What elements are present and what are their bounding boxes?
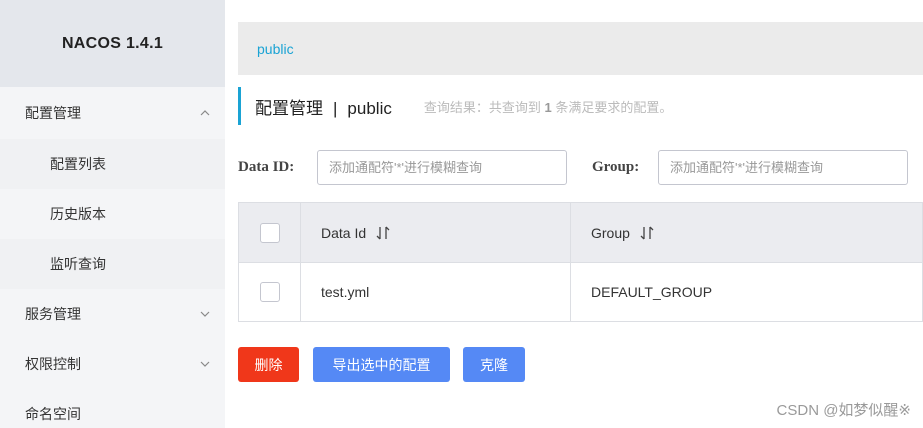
- chevron-down-icon: [197, 306, 213, 322]
- page-title-namespace: public: [347, 98, 392, 118]
- sidebar-item-service-management[interactable]: 服务管理: [0, 289, 225, 339]
- clone-button[interactable]: 克隆: [463, 347, 525, 382]
- watermark: CSDN @如梦似醒※: [776, 402, 911, 419]
- sort-icon[interactable]: [376, 225, 390, 241]
- query-result-prefix: 查询结果：共查询到: [423, 99, 541, 115]
- page-title-text: 配置管理: [255, 98, 323, 118]
- title-separator: |: [333, 98, 338, 118]
- config-table: Data Id Group test.yml DEFAULT_GROUP: [238, 202, 923, 322]
- data-id-label: Data ID:: [238, 159, 295, 175]
- sidebar-item-label: 历史版本: [50, 206, 106, 222]
- column-header-data-id[interactable]: Data Id: [301, 203, 571, 262]
- group-input[interactable]: [658, 150, 908, 185]
- query-result-summary: 查询结果：共查询到 1 条满足要求的配置。: [424, 97, 673, 116]
- app-logo-title: NACOS 1.4.1: [0, 0, 225, 87]
- table-header: Data Id Group: [239, 203, 922, 263]
- sidebar-item-label: 监听查询: [50, 256, 106, 272]
- page-title: 配置管理 | public: [255, 94, 392, 119]
- sort-icon[interactable]: [640, 225, 654, 241]
- chevron-up-icon: [197, 105, 213, 121]
- sidebar-item-config-list[interactable]: 配置列表: [0, 139, 225, 189]
- namespace-link[interactable]: public: [257, 41, 294, 57]
- sidebar: NACOS 1.4.1 配置管理 配置列表 历史版本 监听查询 服务管理 权限控…: [0, 0, 225, 428]
- chevron-down-icon: [197, 356, 213, 372]
- group-label: Group:: [592, 159, 640, 175]
- namespace-bar: public: [238, 22, 923, 75]
- delete-button[interactable]: 删除: [238, 347, 299, 382]
- page-header: 配置管理 | public 查询结果：共查询到 1 条满足要求的配置。: [238, 87, 672, 125]
- cell-group: DEFAULT_GROUP: [591, 284, 713, 300]
- table-row: test.yml DEFAULT_GROUP: [239, 263, 922, 321]
- select-all-checkbox[interactable]: [259, 222, 280, 243]
- sidebar-item-listener-query[interactable]: 监听查询: [0, 239, 225, 289]
- sidebar-item-namespace[interactable]: 命名空间: [0, 389, 225, 428]
- row-check-cell: [239, 263, 301, 321]
- column-header-group[interactable]: Group: [571, 203, 922, 262]
- sidebar-item-label: 服务管理: [25, 306, 81, 322]
- row-checkbox[interactable]: [259, 282, 280, 302]
- export-selected-button[interactable]: 导出选中的配置: [313, 347, 450, 382]
- sidebar-item-access-control[interactable]: 权限控制: [0, 339, 225, 389]
- header-check-cell: [239, 203, 301, 262]
- column-header-label: Group: [591, 224, 630, 241]
- sidebar-item-label: 配置管理: [25, 105, 81, 121]
- sidebar-item-label: 命名空间: [25, 406, 81, 422]
- sidebar-item-history-versions[interactable]: 历史版本: [0, 189, 225, 239]
- sidebar-item-label: 配置列表: [50, 156, 106, 172]
- cell-data-id: test.yml: [301, 263, 571, 321]
- column-header-label: Data Id: [321, 224, 367, 241]
- data-id-input[interactable]: [317, 150, 567, 185]
- sidebar-item-label: 权限控制: [25, 356, 81, 372]
- query-result-suffix: 条满足要求的配置。: [555, 99, 673, 115]
- query-result-count: 1: [544, 99, 552, 115]
- sidebar-item-config-management[interactable]: 配置管理: [0, 87, 225, 139]
